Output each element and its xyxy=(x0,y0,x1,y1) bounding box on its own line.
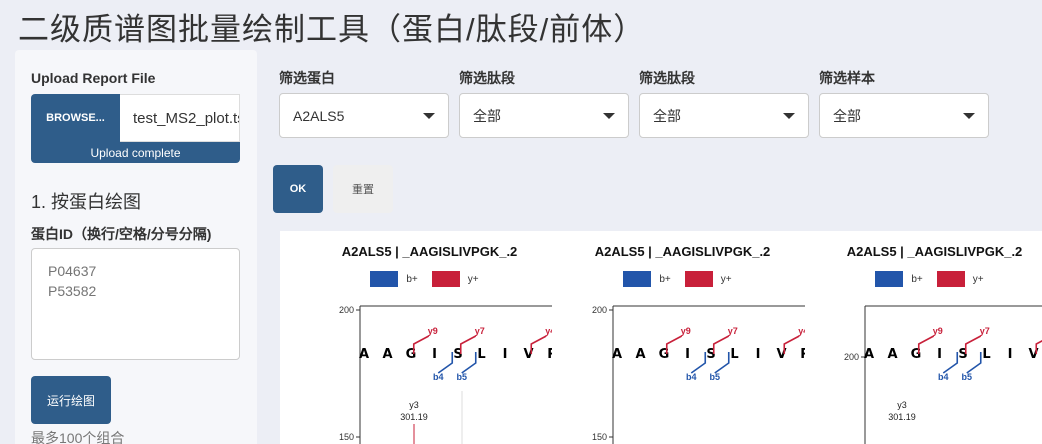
sequence-residue: I xyxy=(756,347,761,362)
b-ion-label: b5 xyxy=(961,372,972,382)
run-plot-button[interactable]: 运行绘图 xyxy=(31,376,111,424)
y-tick-label: 150 xyxy=(592,432,607,442)
filter-protein-select[interactable]: A2ALS5 xyxy=(279,93,449,138)
select-value: 全部 xyxy=(653,107,681,124)
y-ion-label: y7 xyxy=(475,326,485,336)
y-ion-label: y9 xyxy=(681,326,691,336)
b-ion-bracket xyxy=(942,352,959,374)
file-name-field[interactable]: test_MS2_plot.tsv xyxy=(120,94,240,142)
filter-label: 筛选蛋白 xyxy=(279,70,335,86)
spectrum-plot: A2ALS5 | _AAGISLIVPGK_.2 b+ y+ 200 150 A A G… xyxy=(307,231,552,444)
select-value: 全部 xyxy=(833,107,861,124)
y-ion-label: y7 xyxy=(728,326,738,336)
spectrum-svg: 200AAGISLIVPy9y7y4b4b5y3301.19 xyxy=(844,305,1042,444)
spectrum-svg: 200150AAGISLIVPy9y7y4b4b5 xyxy=(592,305,805,444)
plots-panel: A2ALS5 | _AAGISLIVPGK_.2 b+ y+ 200 150 A A G… xyxy=(280,231,1042,444)
b-ion-bracket xyxy=(966,352,982,374)
b-ion-label: b4 xyxy=(433,372,444,382)
spectrum-svg: 200150AAGISLIVPy9y7y4b4b5y3301.19 xyxy=(339,305,552,444)
b-ion-label: b4 xyxy=(686,372,697,382)
filter-peptide-2: 筛选肽段 全部 xyxy=(639,68,809,138)
b-ion-label: b4 xyxy=(938,372,949,382)
b-ion-bracket xyxy=(437,352,454,374)
sidebar: Upload Report File BROWSE... test_MS2_pl… xyxy=(15,50,257,444)
limit-hint: 最多100个组合 xyxy=(31,430,125,444)
y-tick-label: 200 xyxy=(592,305,607,315)
sequence-residue: G xyxy=(659,347,670,362)
filter-peptide-select[interactable]: 全部 xyxy=(459,93,629,138)
sequence-residue: A xyxy=(887,347,897,362)
sequence-residue: A xyxy=(864,347,874,362)
filter-peptide-2-select[interactable]: 全部 xyxy=(639,93,809,138)
filter-protein: 筛选蛋白 A2ALS5 xyxy=(279,68,449,138)
caret-down-icon xyxy=(963,112,975,119)
y-ion-label: y4 xyxy=(798,326,805,336)
y-tick-label: 200 xyxy=(844,352,859,362)
sequence-residue: A xyxy=(635,347,645,362)
y-tick-label: 200 xyxy=(339,305,354,315)
y-ion-label: y9 xyxy=(933,326,943,336)
b-ion-bracket xyxy=(690,352,707,374)
sequence-residue: I xyxy=(1008,347,1013,362)
upload-label: Upload Report File xyxy=(31,70,156,86)
section-title: 1. 按蛋白绘图 xyxy=(31,192,142,212)
sequence-residue: I xyxy=(503,347,508,362)
peak-ion-label: y3 xyxy=(897,400,907,410)
b-ion-label: b5 xyxy=(456,372,467,382)
spectrum-plot: A2ALS5 | _AAGISLIVPGK_.2 b+ y+ 200 A A G I S L… xyxy=(812,231,1042,444)
sequence-residue: P xyxy=(800,347,805,362)
peak-mz-label: 301.19 xyxy=(888,412,916,422)
reset-button[interactable]: 重置 xyxy=(333,165,393,213)
y-ion-label: y4 xyxy=(545,326,552,336)
b-ion-bracket xyxy=(714,352,730,374)
sequence-residue: L xyxy=(730,347,738,362)
sequence-residue: A xyxy=(382,347,392,362)
sequence-residue: G xyxy=(911,347,922,362)
y-ion-bracket xyxy=(459,335,477,354)
spectrum-plot: A2ALS5 | _AAGISLIVPGK_.2 b+ y+ 200 150 A A G… xyxy=(560,231,805,444)
sequence-residue: L xyxy=(982,347,990,362)
sequence-residue: L xyxy=(477,347,485,362)
upload-progress-bar: Upload complete xyxy=(31,142,240,163)
filter-label: 筛选肽段 xyxy=(459,70,515,86)
peak-mz-label: 301.19 xyxy=(400,412,428,422)
filter-sample-select[interactable]: 全部 xyxy=(819,93,989,138)
sequence-residue: I xyxy=(432,347,437,362)
y-ion-label: y7 xyxy=(980,326,990,336)
peak-ion-label: y3 xyxy=(409,400,419,410)
filter-sample: 筛选样本 全部 xyxy=(819,68,989,138)
sequence-residue: I xyxy=(937,347,942,362)
sequence-residue: A xyxy=(359,347,369,362)
browse-button[interactable]: BROWSE... xyxy=(31,94,120,142)
caret-down-icon xyxy=(783,112,795,119)
sequence-residue: P xyxy=(547,347,552,362)
y-ion-label: y9 xyxy=(428,326,438,336)
ok-button[interactable]: OK xyxy=(273,165,323,213)
y-ion-bracket xyxy=(712,335,730,354)
y-tick-label: 150 xyxy=(339,432,354,442)
caret-down-icon xyxy=(603,112,615,119)
sequence-residue: A xyxy=(612,347,622,362)
protein-id-input[interactable] xyxy=(31,248,240,360)
filter-peptide: 筛选肽段 全部 xyxy=(459,68,629,138)
app-title: 二级质谱图批量绘制工具（蛋白/肽段/前体） xyxy=(18,12,646,47)
filter-label: 筛选肽段 xyxy=(639,70,695,86)
sequence-residue: G xyxy=(406,347,417,362)
select-value: 全部 xyxy=(473,107,501,124)
sequence-residue: I xyxy=(685,347,690,362)
caret-down-icon xyxy=(423,112,435,119)
filter-label: 筛选样本 xyxy=(819,70,875,86)
protein-id-label: 蛋白ID（换行/空格/分号分隔) xyxy=(31,226,212,242)
b-ion-bracket xyxy=(461,352,477,374)
b-ion-label: b5 xyxy=(709,372,720,382)
y-ion-bracket xyxy=(964,335,982,354)
select-value: A2ALS5 xyxy=(293,107,345,124)
